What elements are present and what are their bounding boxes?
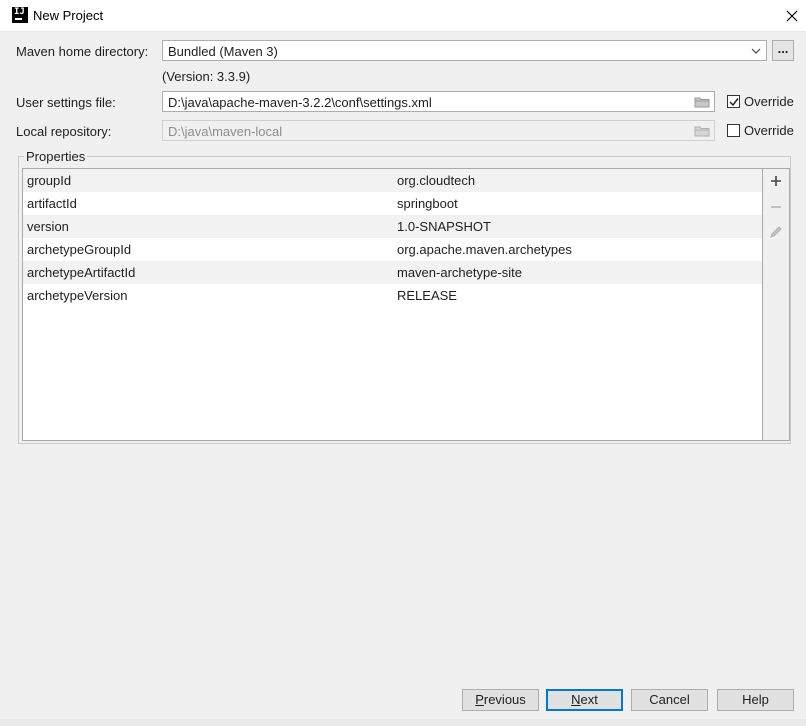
next-label: ext: [580, 692, 598, 707]
table-row[interactable]: archetypeGroupId org.apache.maven.archet…: [23, 238, 762, 261]
previous-label: revious: [483, 692, 526, 707]
property-value: springboot: [397, 196, 458, 211]
property-key: archetypeArtifactId: [27, 265, 136, 280]
folder-icon[interactable]: [694, 96, 710, 108]
user-settings-label: User settings file:: [16, 95, 116, 110]
property-key: artifactId: [27, 196, 77, 211]
properties-title: Properties: [24, 149, 88, 164]
edit-property-button[interactable]: [767, 223, 785, 241]
chevron-down-icon: [751, 48, 761, 54]
local-repo-override-checkbox[interactable]: [727, 124, 740, 137]
local-repo-value: D:\java\maven-local: [168, 124, 283, 139]
table-row[interactable]: artifactId springboot: [23, 192, 762, 215]
property-key: version: [27, 219, 69, 234]
window-title: New Project: [33, 8, 104, 23]
minus-icon: [771, 206, 781, 208]
property-value: org.apache.maven.archetypes: [397, 242, 572, 257]
property-value: RELEASE: [397, 288, 457, 303]
property-key: archetypeVersion: [27, 288, 128, 303]
table-row[interactable]: archetypeVersion RELEASE: [23, 284, 762, 307]
close-button[interactable]: [778, 2, 806, 29]
local-repo-field: D:\java\maven-local: [162, 120, 715, 141]
table-row[interactable]: version 1.0-SNAPSHOT: [23, 215, 762, 238]
next-mnemonic: N: [571, 692, 581, 707]
help-button[interactable]: Help: [717, 689, 794, 711]
property-key: groupId: [27, 173, 72, 188]
previous-mnemonic: P: [475, 692, 484, 707]
properties-table[interactable]: groupId org.cloudtech artifactId springb…: [22, 168, 763, 441]
property-value: maven-archetype-site: [397, 265, 522, 280]
add-property-button[interactable]: [767, 172, 785, 190]
local-repo-override-label[interactable]: Override: [744, 123, 794, 138]
table-row[interactable]: archetypeArtifactId maven-archetype-site: [23, 261, 762, 284]
previous-button[interactable]: Previous: [462, 689, 539, 711]
user-settings-value: D:\java\apache-maven-3.2.2\conf\settings…: [168, 95, 432, 110]
user-settings-override-label[interactable]: Override: [744, 94, 794, 109]
user-settings-field[interactable]: D:\java\apache-maven-3.2.2\conf\settings…: [162, 91, 715, 112]
browse-maven-home-button[interactable]: ...: [772, 40, 794, 61]
table-row[interactable]: groupId org.cloudtech: [23, 169, 762, 192]
properties-toolbar: [763, 168, 790, 441]
local-repo-label: Local repository:: [16, 124, 112, 139]
pencil-icon: [770, 226, 782, 238]
title-bar: IJ New Project: [0, 0, 806, 32]
user-settings-override-checkbox[interactable]: [727, 95, 740, 108]
maven-home-label: Maven home directory:: [16, 44, 149, 59]
plus-icon: [771, 176, 781, 186]
cancel-button[interactable]: Cancel: [631, 689, 708, 711]
maven-home-value: Bundled (Maven 3): [168, 44, 278, 59]
next-button[interactable]: Next: [546, 689, 623, 711]
maven-home-combobox[interactable]: Bundled (Maven 3): [162, 40, 767, 61]
close-icon: [786, 10, 798, 22]
property-key: archetypeGroupId: [27, 242, 132, 257]
maven-version-text: (Version: 3.3.9): [162, 69, 251, 84]
intellij-icon: IJ: [12, 7, 28, 23]
property-value: org.cloudtech: [397, 173, 476, 188]
folder-icon: [694, 126, 710, 137]
property-value: 1.0-SNAPSHOT: [397, 219, 491, 234]
checkmark-icon: [729, 98, 739, 107]
background-window-strip: [0, 719, 806, 726]
remove-property-button[interactable]: [767, 198, 785, 216]
